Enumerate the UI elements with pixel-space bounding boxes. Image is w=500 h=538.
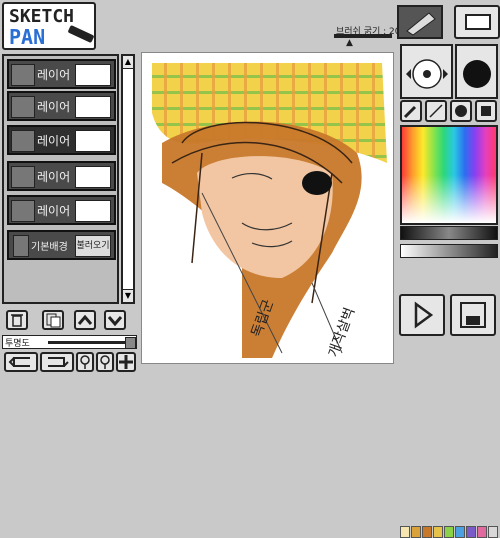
dropper-tool-button[interactable] (400, 100, 422, 122)
fill-icon (455, 105, 467, 117)
layer-item[interactable]: 레이어 (7, 195, 116, 225)
swatch[interactable] (466, 526, 476, 538)
gray-slider[interactable] (400, 244, 498, 258)
opacity-knob[interactable] (125, 337, 136, 349)
copy-layer-button[interactable] (42, 310, 64, 330)
color-chip-icon (463, 60, 491, 88)
move-icon (119, 355, 133, 369)
layer-label: 레이어 (37, 68, 71, 82)
layer-thumbnail (75, 96, 111, 118)
layer-label: 레이어 (37, 204, 71, 218)
eraser-tool-button[interactable] (454, 5, 500, 39)
swatch[interactable] (455, 526, 465, 538)
line-tool-button[interactable] (425, 100, 447, 122)
layer-item-selected[interactable]: 레이어 (7, 125, 116, 155)
brush-size-slider[interactable] (334, 34, 392, 38)
lock-icon (13, 235, 29, 257)
save-icon (460, 302, 486, 328)
save-button[interactable] (450, 294, 496, 336)
brightness-slider[interactable] (400, 226, 498, 240)
logo-line-1: SKETCH (9, 6, 75, 27)
layer-up-button[interactable] (74, 310, 96, 330)
delete-layer-button[interactable] (6, 310, 28, 330)
current-color[interactable] (455, 44, 498, 99)
load-background-button[interactable]: 불러오기 (75, 235, 111, 257)
logo-line-2: PAN (9, 25, 46, 49)
swatch[interactable] (444, 526, 454, 538)
swatch[interactable] (422, 526, 432, 538)
color-picker[interactable] (400, 44, 453, 99)
eye-open-icon[interactable] (11, 166, 35, 188)
copy-layer-icon (46, 313, 61, 328)
eye-closed-icon[interactable] (11, 96, 35, 118)
opacity-slider[interactable]: 투명도 (2, 335, 137, 349)
color-palette[interactable] (400, 125, 498, 225)
undo-button[interactable] (4, 352, 38, 372)
zoom-icon (80, 355, 90, 369)
layer-scrollbar[interactable]: ▲ ▼ (121, 54, 135, 304)
swatch[interactable] (477, 526, 487, 538)
swatch[interactable] (411, 526, 421, 538)
eraser-icon (465, 14, 491, 30)
scroll-down-icon[interactable]: ▼ (123, 289, 133, 302)
layer-thumbnail (75, 166, 111, 188)
drawing-canvas[interactable]: 독립군 개작살벅 (141, 52, 394, 364)
eye-open-icon[interactable] (11, 130, 35, 152)
layer-label: 레이어 (37, 134, 71, 148)
layer-panel: 레이어 레이어 레이어 레이어 레이어 기본배경 불러오기 (2, 54, 119, 304)
line-tool-icon (429, 104, 443, 118)
layer-down-icon (107, 316, 123, 327)
layer-item[interactable]: 레이어 (7, 59, 116, 89)
brush-icon (406, 12, 436, 36)
shape-tool-button[interactable] (475, 100, 497, 122)
layer-thumbnail (75, 130, 111, 152)
layer-label: 레이어 (37, 170, 71, 184)
opacity-label: 투명도 (5, 339, 30, 349)
layer-thumbnail (75, 200, 111, 222)
fill-tool-button[interactable] (450, 100, 472, 122)
play-button[interactable] (399, 294, 445, 336)
eyedropper-icon (403, 105, 417, 119)
recent-swatches (400, 263, 498, 538)
layer-item[interactable]: 레이어 (7, 91, 116, 121)
eye-closed-icon[interactable] (11, 64, 35, 86)
swatch[interactable] (433, 526, 443, 538)
brush-tool-button[interactable] (397, 5, 443, 39)
canvas-text-2: 개작살벅 (326, 305, 359, 359)
swatch[interactable] (488, 526, 498, 538)
brush-size-knob[interactable]: ▲ (346, 38, 353, 48)
swatch[interactable] (400, 526, 410, 538)
move-button[interactable] (116, 352, 136, 372)
undo-icon (8, 357, 30, 367)
pen-icon (67, 24, 95, 44)
layer-up-icon (77, 314, 93, 325)
base-layer-item[interactable]: 기본배경 불러오기 (7, 230, 116, 260)
layer-item[interactable]: 레이어 (7, 161, 116, 191)
scroll-up-icon[interactable]: ▲ (123, 56, 133, 69)
redo-icon (48, 357, 69, 367)
shape-icon (481, 106, 491, 116)
layer-down-button[interactable] (104, 310, 126, 330)
hint-button[interactable] (96, 352, 114, 372)
color-wheel-icon (406, 59, 448, 89)
trash-icon (11, 314, 23, 327)
layer-label: 레이어 (37, 100, 71, 114)
play-icon (414, 301, 434, 329)
zoom-button[interactable] (76, 352, 94, 372)
hint-icon (100, 355, 110, 369)
app-logo: SKETCH PAN (2, 2, 96, 50)
redo-button[interactable] (40, 352, 74, 372)
base-layer-label: 기본배경 (31, 242, 68, 253)
eye-closed-icon[interactable] (11, 200, 35, 222)
layer-thumbnail (75, 64, 111, 86)
sketch-drawing: 독립군 개작살벅 (152, 63, 387, 359)
opacity-track (48, 341, 126, 344)
